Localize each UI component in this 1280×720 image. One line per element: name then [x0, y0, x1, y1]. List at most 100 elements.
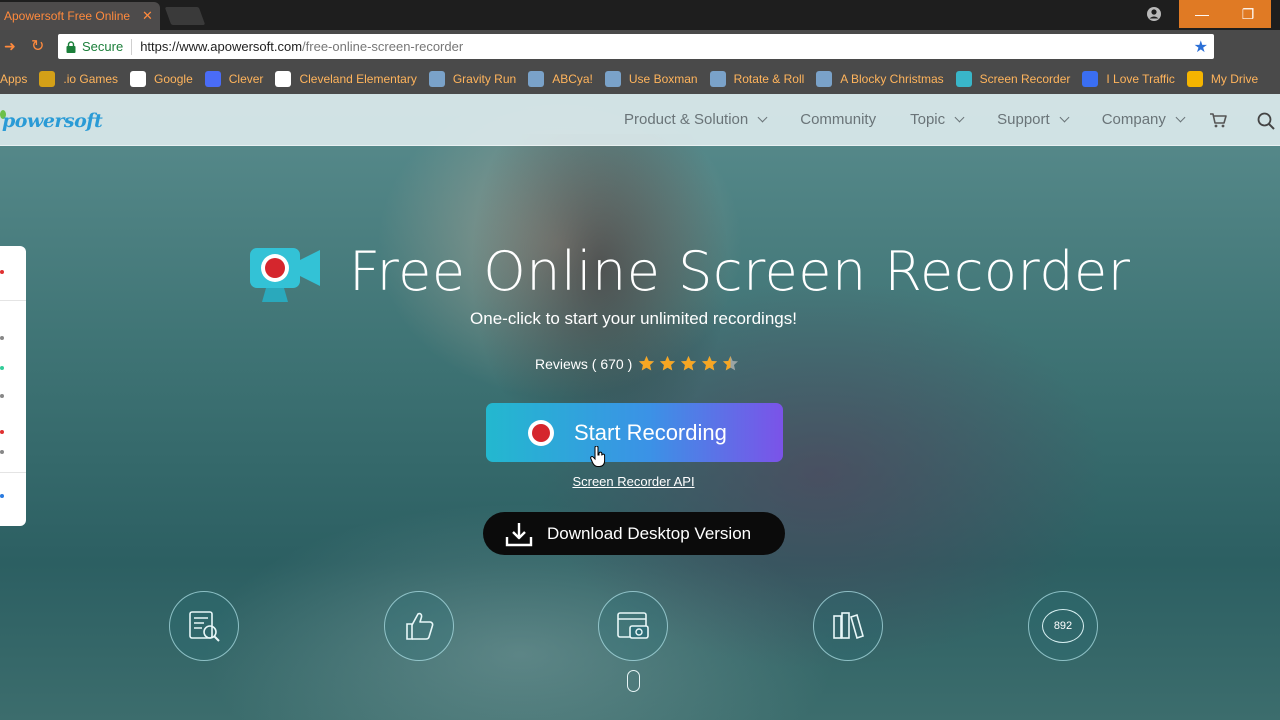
- reviews-rating[interactable]: Reviews ( 670 ): [535, 355, 743, 372]
- screen-camera-icon: [617, 612, 649, 639]
- nav-item-product-solution[interactable]: Product & Solution: [624, 111, 768, 128]
- chevron-down-icon: [1175, 112, 1186, 123]
- bookmarks-bar: Apps .io Games Google Clever Cleveland Eleme…: [0, 63, 1280, 94]
- share-dot[interactable]: [0, 336, 4, 340]
- bookmark-label: Google: [154, 71, 193, 86]
- url-path: /free-online-screen-recorder: [302, 39, 464, 54]
- feature-screen-camera[interactable]: [598, 591, 668, 661]
- bookmark-label: Cleveland Elementary: [299, 71, 417, 86]
- bookmark-label: Use Boxman: [628, 71, 698, 86]
- screen-recorder-api-link[interactable]: Screen Recorder API: [0, 474, 1267, 489]
- star-full-icon: [660, 356, 676, 371]
- bookmark-item[interactable]: .io Games: [39, 70, 119, 87]
- nav-item-label: Support: [997, 111, 1050, 128]
- comment-count-icon: 892: [1042, 609, 1084, 643]
- share-divider: [0, 300, 26, 301]
- restore-button[interactable]: ❐: [1225, 0, 1271, 28]
- feature-comments[interactable]: 892: [1028, 591, 1098, 661]
- nav-item-community[interactable]: Community: [800, 111, 876, 128]
- bookmark-item[interactable]: Apps: [0, 71, 27, 87]
- tab-close-icon[interactable]: ✕: [142, 8, 153, 24]
- address-bar[interactable]: Secure https://www.apowersoft.com /free-…: [58, 34, 1214, 59]
- record-icon: [528, 419, 554, 446]
- star-half-icon: [723, 356, 739, 371]
- bookmark-item[interactable]: A Blocky Christmas: [816, 70, 944, 87]
- bookmark-item[interactable]: Google: [130, 70, 193, 87]
- share-dot[interactable]: [0, 450, 4, 454]
- download-desktop-button[interactable]: Download Desktop Version: [483, 512, 785, 555]
- minimize-button[interactable]: —: [1179, 0, 1225, 28]
- share-dot[interactable]: [0, 270, 4, 274]
- cart-icon[interactable]: [1209, 112, 1227, 128]
- chevron-down-icon: [954, 112, 965, 123]
- download-icon: [505, 522, 533, 546]
- traffic-icon: [1082, 70, 1099, 87]
- start-recording-label: Start Recording: [574, 419, 727, 445]
- chevron-down-icon: [757, 112, 768, 123]
- bookmark-star-icon[interactable]: ★: [1194, 37, 1208, 57]
- web-page: powersoft Product & Solution Community Top…: [0, 94, 1280, 720]
- page-title: Free Online Screen Recorder: [349, 240, 1131, 303]
- game-icon: [604, 70, 621, 87]
- game-icon: [816, 70, 833, 87]
- clever-icon: [204, 70, 221, 87]
- document-search-icon: [189, 611, 220, 642]
- bookmark-item[interactable]: My Drive: [1186, 70, 1258, 87]
- bookmark-label: Apps: [0, 71, 28, 86]
- feature-document-search[interactable]: [169, 591, 239, 661]
- bookmark-item[interactable]: Screen Recorder: [955, 70, 1070, 87]
- star-full-icon: [681, 356, 697, 371]
- bookmark-label: I Love Traffic: [1106, 71, 1175, 86]
- page-subtitle: One-click to start your unlimited record…: [470, 309, 797, 328]
- browser-titlebar: Apowersoft Free Online Sc ✕ — ❐: [0, 0, 1280, 30]
- share-dot[interactable]: [0, 494, 4, 498]
- feature-books[interactable]: [813, 591, 883, 661]
- nav-item-topic[interactable]: Topic: [910, 111, 965, 128]
- camera-record-icon: [250, 248, 320, 302]
- nav-item-label: Community: [800, 111, 877, 128]
- bookmark-item[interactable]: I Love Traffic: [1082, 70, 1175, 87]
- star-full-icon: [702, 356, 718, 371]
- search-icon[interactable]: [1257, 112, 1275, 130]
- site-header: powersoft Product & Solution Community Top…: [0, 94, 1280, 146]
- bookmark-label: Gravity Run: [452, 71, 517, 86]
- nav-item-company[interactable]: Company: [1101, 111, 1186, 128]
- bookmark-label: A Blocky Christmas: [840, 71, 944, 86]
- lock-icon: [66, 40, 76, 53]
- hand-cursor-icon: [590, 446, 606, 467]
- new-tab-button[interactable]: [164, 7, 206, 25]
- share-divider: [0, 472, 26, 473]
- screen-recorder-icon: [955, 70, 972, 87]
- forward-icon[interactable]: ➜: [4, 38, 16, 55]
- nav-item-support[interactable]: Support: [997, 111, 1070, 128]
- bookmark-label: .io Games: [63, 71, 119, 86]
- bookmark-label: Clever: [228, 71, 264, 86]
- share-dot[interactable]: [0, 366, 4, 370]
- tab-title: Apowersoft Free Online Sc: [4, 9, 134, 23]
- profile-icon[interactable]: [1146, 6, 1162, 22]
- start-recording-button[interactable]: Start Recording: [486, 403, 783, 462]
- star-full-icon: [639, 356, 655, 371]
- bookmark-item[interactable]: Rotate & Roll: [709, 70, 805, 87]
- share-dot[interactable]: [0, 430, 4, 434]
- scroll-down-indicator[interactable]: [627, 670, 640, 692]
- site-logo[interactable]: powersoft: [2, 110, 103, 132]
- bookmark-item[interactable]: Use Boxman: [604, 70, 698, 87]
- nav-item-label: Company: [1101, 111, 1166, 128]
- reload-icon[interactable]: ↻: [31, 36, 44, 56]
- comment-count: 892: [1053, 620, 1073, 632]
- url-host: https://www.apowersoft.com: [140, 39, 303, 54]
- nav-item-label: Product & Solution: [624, 111, 749, 128]
- browser-toolbar: ➜ ↻ Secure https://www.apowersoft.com /f…: [0, 30, 1280, 84]
- feature-thumbs-up[interactable]: [384, 591, 454, 661]
- bookmark-item[interactable]: Clever: [204, 70, 264, 87]
- google-drive-icon: [1186, 70, 1203, 87]
- bookmark-item[interactable]: Gravity Run: [428, 70, 517, 87]
- bookmark-label: Rotate & Roll: [733, 71, 805, 86]
- share-dot[interactable]: [0, 394, 4, 398]
- books-icon: [833, 612, 864, 640]
- browser-tab[interactable]: Apowersoft Free Online Sc ✕: [0, 2, 160, 30]
- bookmark-item[interactable]: Cleveland Elementary: [275, 70, 417, 87]
- bookmark-item[interactable]: ABCya!: [528, 70, 593, 87]
- school-icon: [275, 70, 292, 87]
